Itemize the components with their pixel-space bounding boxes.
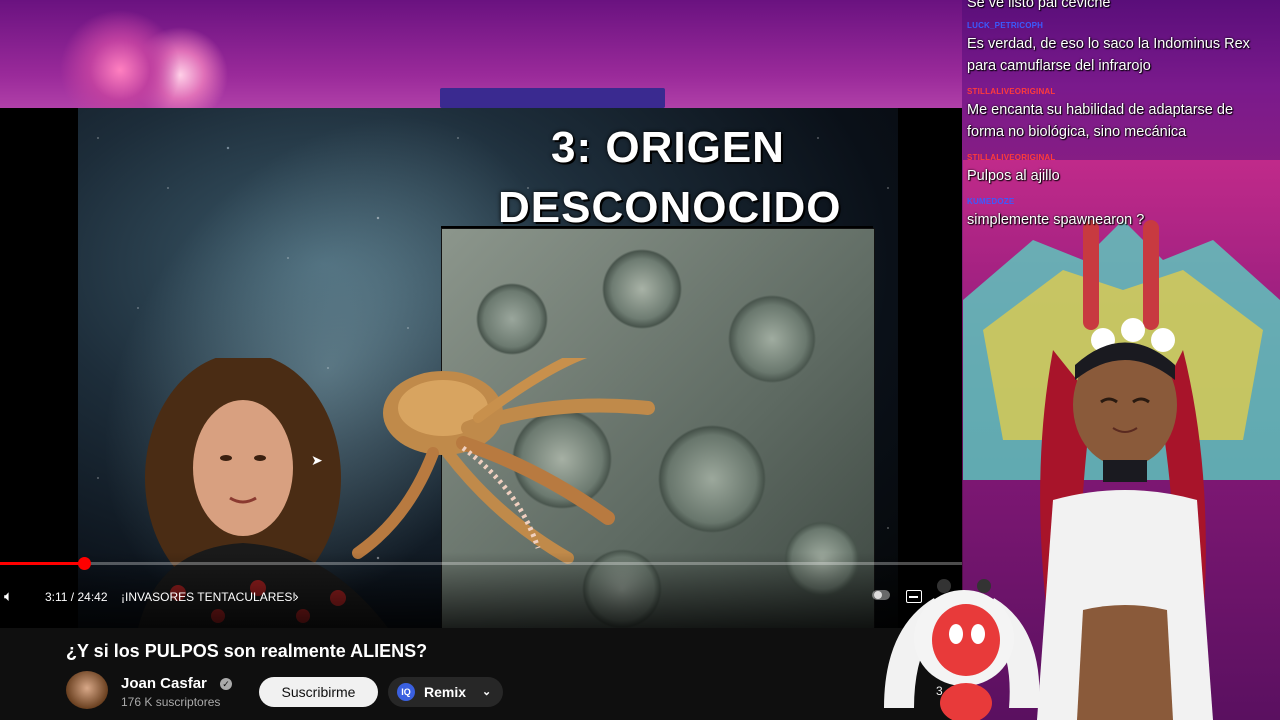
chat-overlay: Se ve listo pal ceviche LUCK_PETRICOPH E… (963, 0, 1280, 240)
chat-message-text: Pulpos al ajillo (967, 168, 1060, 184)
subscriber-count: 176 K suscriptores (121, 695, 221, 709)
channel-name[interactable]: Joan Casfar (121, 675, 207, 692)
channel-avatar[interactable] (66, 671, 108, 709)
video-frame: 3: ORIGEN DESCONOCIDO (78, 108, 898, 628)
chat-message-text: Me encanta su habilidad de adaptarse de … (967, 102, 1234, 140)
chat-message-user: STILLALIVEORIGINAL (967, 87, 1056, 96)
progress-bar[interactable] (0, 557, 962, 570)
octopus-image (352, 358, 655, 564)
video-player[interactable]: 3: ORIGEN DESCONOCIDO ➤ (0, 108, 962, 628)
remix-label: Remix (424, 684, 467, 700)
chat-message-text: Es verdad, de eso lo saco la Indominus R… (967, 36, 1250, 74)
chat-message-text: simplemente spawnearon ? (967, 212, 1145, 228)
mouse-cursor-icon: ➤ (311, 452, 323, 468)
subscribe-button[interactable]: Suscribirme (259, 677, 378, 707)
room-shelf (440, 88, 665, 108)
remix-button[interactable]: IQ Remix ⌄ (388, 677, 503, 707)
chat-message-text: Se ve listo pal ceviche (967, 0, 1111, 11)
slide-title-line1: 3: ORIGEN (551, 123, 785, 172)
verified-check-icon: ✓ (220, 678, 232, 690)
progress-bar-fill (0, 562, 84, 565)
corner-number: 3 (936, 684, 943, 698)
chevron-down-icon[interactable]: ⌄ (482, 677, 491, 707)
progress-scrubber-knob[interactable] (77, 557, 91, 570)
remix-logo-icon: IQ (397, 683, 415, 701)
time-display: 3:11 / 24:42 (45, 590, 108, 604)
mascot-character-image (884, 579, 1040, 720)
slide-title: 3: ORIGEN DESCONOCIDO (498, 118, 840, 238)
volume-icon[interactable]: 🔈︎ (4, 588, 13, 605)
chevron-right-icon[interactable]: › (294, 588, 299, 604)
chat-message-user: LUCK_PETRICOPH (967, 21, 1044, 30)
chapter-label[interactable]: ¡INVASORES TENTACULARES! (121, 590, 296, 604)
chat-message-user: STILLALIVEORIGINAL (967, 153, 1056, 162)
video-title: ¿Y si los PULPOS son realmente ALIENS? (66, 641, 428, 661)
chat-message-user: KUMEDOZE (967, 197, 1015, 206)
